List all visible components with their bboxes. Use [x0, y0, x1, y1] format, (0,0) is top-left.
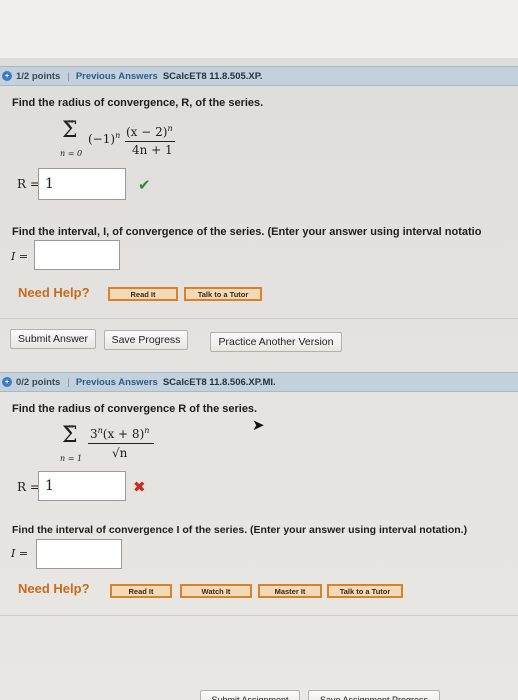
save-progress-button[interactable]: Save Progress [104, 330, 188, 350]
numerator-2: 3n(x + 8)n [90, 426, 149, 441]
talk-to-tutor-button-1[interactable]: Talk to a Tutor [184, 287, 262, 301]
practice-another-version-button[interactable]: Practice Another Version [210, 332, 342, 352]
question-1-prompt-interval: Find the interval, I, of convergence of … [12, 226, 482, 238]
previous-answers-link[interactable]: Previous Answers [76, 377, 158, 388]
submit-assignment-button[interactable]: Submit Assignment [200, 690, 300, 700]
mouse-cursor-icon: ➤ [252, 417, 265, 434]
expand-icon[interactable]: + [2, 377, 12, 387]
read-it-button-2[interactable]: Read It [110, 584, 172, 598]
sum-lower-limit: n = 1 [60, 454, 83, 463]
fraction-bar [125, 141, 175, 142]
numerator-1-exponent: n [167, 124, 173, 133]
previous-answers-link[interactable]: Previous Answers [76, 71, 158, 82]
question-2-code: SCalcET8 11.8.506.XP.MI. [162, 376, 276, 388]
question-1-header: + 1/2 points | Previous Answers SCalcET8… [0, 66, 518, 86]
divider [0, 318, 518, 319]
numerator-2-factor-exponent: n [144, 426, 150, 435]
numerator-1: (x − 2)n [126, 124, 173, 139]
radius-answer-field-1[interactable]: 1 [38, 168, 126, 200]
interval-answer-field-1[interactable] [34, 240, 120, 270]
question-2-points: 0/2 points [16, 376, 61, 388]
question-1-code: SCalcET8 11.8.505.XP. [162, 70, 263, 82]
radius-answer-field-2[interactable]: 1 [38, 471, 126, 501]
need-help-label-2: Need Help? [18, 581, 90, 596]
divider [0, 615, 518, 616]
sigma-symbol: Σ [62, 423, 78, 448]
question-2-header: + 0/2 points | Previous Answers SCalcET8… [0, 372, 518, 392]
numerator-1-base: (x − 2) [126, 125, 168, 139]
assignment-page: + 1/2 points | Previous Answers SCalcET8… [0, 0, 518, 700]
term-sign-exponent: n [115, 131, 121, 140]
i-label-1: I = [11, 250, 29, 263]
submit-answer-button[interactable]: Submit Answer [10, 329, 96, 349]
r-label-2: R = [17, 480, 40, 494]
i-label-2: I = [11, 547, 29, 560]
correct-check-icon: ✔ [138, 177, 151, 194]
denominator-2: √n [112, 446, 128, 460]
term-sign-base: (−1) [88, 132, 116, 146]
header-separator: | [67, 70, 70, 82]
master-it-button-2[interactable]: Master It [258, 584, 322, 598]
term-sign: (−1)n [88, 131, 120, 146]
top-strip [0, 0, 518, 58]
talk-to-tutor-button-2[interactable]: Talk to a Tutor [327, 584, 403, 598]
read-it-button-1[interactable]: Read It [108, 287, 178, 301]
watch-it-button-2[interactable]: Watch It [180, 584, 252, 598]
fraction-bar [88, 443, 154, 444]
header-separator: | [67, 376, 70, 388]
question-2-prompt-interval: Find the interval of convergence I of th… [12, 524, 468, 536]
sum-lower-limit: n = 0 [60, 149, 83, 158]
question-1-prompt-radius: Find the radius of convergence, R, of th… [12, 97, 264, 109]
numerator-2-factor: (x + 8) [102, 427, 145, 441]
r-label-1: R = [17, 177, 40, 191]
question-2-prompt-radius: Find the radius of convergence R of the … [12, 403, 258, 415]
need-help-label-1: Need Help? [18, 285, 90, 300]
numerator-2-base: 3 [90, 427, 98, 441]
incorrect-x-icon: ✖ [133, 479, 146, 496]
interval-answer-field-2[interactable] [36, 539, 122, 569]
save-assignment-progress-button[interactable]: Save Assignment Progress [308, 690, 440, 700]
question-1-points: 1/2 points [16, 70, 61, 82]
sigma-symbol: Σ [62, 118, 78, 143]
denominator-1: 4n + 1 [132, 143, 173, 157]
expand-icon[interactable]: + [2, 71, 12, 81]
